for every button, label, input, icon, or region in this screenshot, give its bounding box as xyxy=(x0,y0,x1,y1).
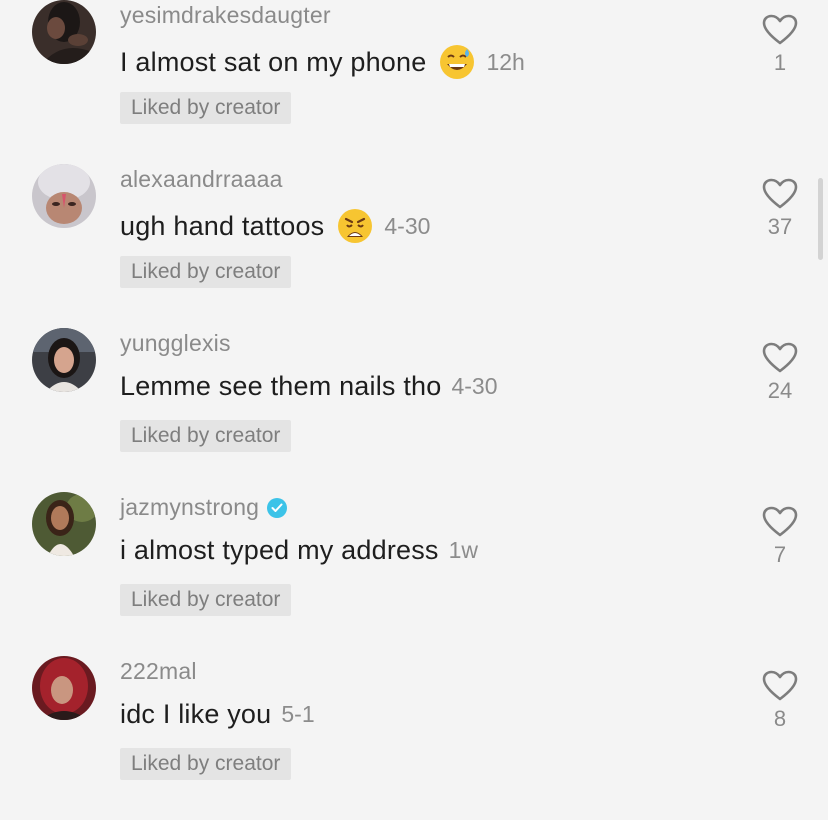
username-label[interactable]: yungglexis xyxy=(120,330,231,357)
comment-body: i almost typed my address 1w xyxy=(120,535,478,566)
avatar[interactable] xyxy=(32,0,96,64)
comment-body: ugh hand tattoos 4-30 xyxy=(120,207,430,245)
like-count: 1 xyxy=(773,50,787,75)
like-control: 24 xyxy=(760,342,800,404)
like-count: 7 xyxy=(773,542,787,567)
comment-text: i almost typed my address xyxy=(120,535,439,565)
weary-face-emoji-icon xyxy=(336,207,374,245)
comment-item: yungglexis Lemme see them nails tho 4-30… xyxy=(0,328,828,492)
username-label[interactable]: jazmynstrong xyxy=(120,494,259,521)
username-label[interactable]: 222mal xyxy=(120,658,197,685)
heart-icon[interactable] xyxy=(762,670,798,702)
like-control: 7 xyxy=(760,506,800,568)
comment-item: alexaandrraaaa ugh hand tattoos 4-30 Lik… xyxy=(0,164,828,328)
heart-icon[interactable] xyxy=(762,506,798,538)
comment-text: I almost sat on my phone xyxy=(120,46,427,77)
comment-timestamp: 4-30 xyxy=(451,373,498,399)
verified-badge-icon xyxy=(267,497,288,518)
like-count: 37 xyxy=(767,214,793,239)
avatar[interactable] xyxy=(32,328,96,392)
liked-by-creator-badge: Liked by creator xyxy=(120,92,292,124)
avatar[interactable] xyxy=(32,656,96,720)
comment-username[interactable]: yesimdrakesdaugter xyxy=(120,2,331,29)
like-count: 8 xyxy=(773,706,787,731)
comment-timestamp: 12h xyxy=(486,48,525,75)
comment-text: ugh hand tattoos xyxy=(120,210,325,241)
avatar-image-icon xyxy=(32,164,96,228)
comment-item: 222mal idc I like you 5-1 Liked by creat… xyxy=(0,656,828,820)
comment-timestamp: 4-30 xyxy=(384,212,431,239)
username-label[interactable]: yesimdrakesdaugter xyxy=(120,2,331,29)
scrollbar[interactable] xyxy=(818,178,823,260)
comment-timestamp: 1w xyxy=(448,537,479,563)
comment-username[interactable]: jazmynstrong xyxy=(120,494,288,521)
comment-item: yesimdrakesdaugter I almost sat on my ph… xyxy=(0,0,828,164)
comment-body: idc I like you 5-1 xyxy=(120,699,315,730)
comment-timestamp: 5-1 xyxy=(281,701,315,727)
heart-icon[interactable] xyxy=(762,14,798,46)
avatar-image-icon xyxy=(32,0,96,64)
heart-icon[interactable] xyxy=(762,342,798,374)
grinning-sweat-emoji-icon xyxy=(438,43,476,81)
liked-by-creator-badge: Liked by creator xyxy=(120,420,292,452)
username-label[interactable]: alexaandrraaaa xyxy=(120,166,283,193)
comment-item: jazmynstrong i almost typed my address 1… xyxy=(0,492,828,656)
liked-by-creator-badge: Liked by creator xyxy=(120,748,292,780)
heart-icon[interactable] xyxy=(762,178,798,210)
liked-by-creator-badge: Liked by creator xyxy=(120,256,292,288)
comment-body: I almost sat on my phone 12h xyxy=(120,43,525,81)
comment-username[interactable]: yungglexis xyxy=(120,330,231,357)
avatar-image-icon xyxy=(32,492,96,556)
avatar[interactable] xyxy=(32,492,96,556)
like-control: 8 xyxy=(760,670,800,732)
comment-text: Lemme see them nails tho xyxy=(120,371,442,401)
like-control: 37 xyxy=(760,178,800,240)
comment-username[interactable]: alexaandrraaaa xyxy=(120,166,283,193)
liked-by-creator-badge: Liked by creator xyxy=(120,584,292,616)
like-control: 1 xyxy=(760,14,800,76)
comment-text: idc I like you xyxy=(120,699,272,729)
avatar-image-icon xyxy=(32,656,96,720)
avatar-image-icon xyxy=(32,328,96,392)
like-count: 24 xyxy=(767,378,793,403)
avatar[interactable] xyxy=(32,164,96,228)
comment-body: Lemme see them nails tho 4-30 xyxy=(120,371,498,402)
comment-username[interactable]: 222mal xyxy=(120,658,197,685)
